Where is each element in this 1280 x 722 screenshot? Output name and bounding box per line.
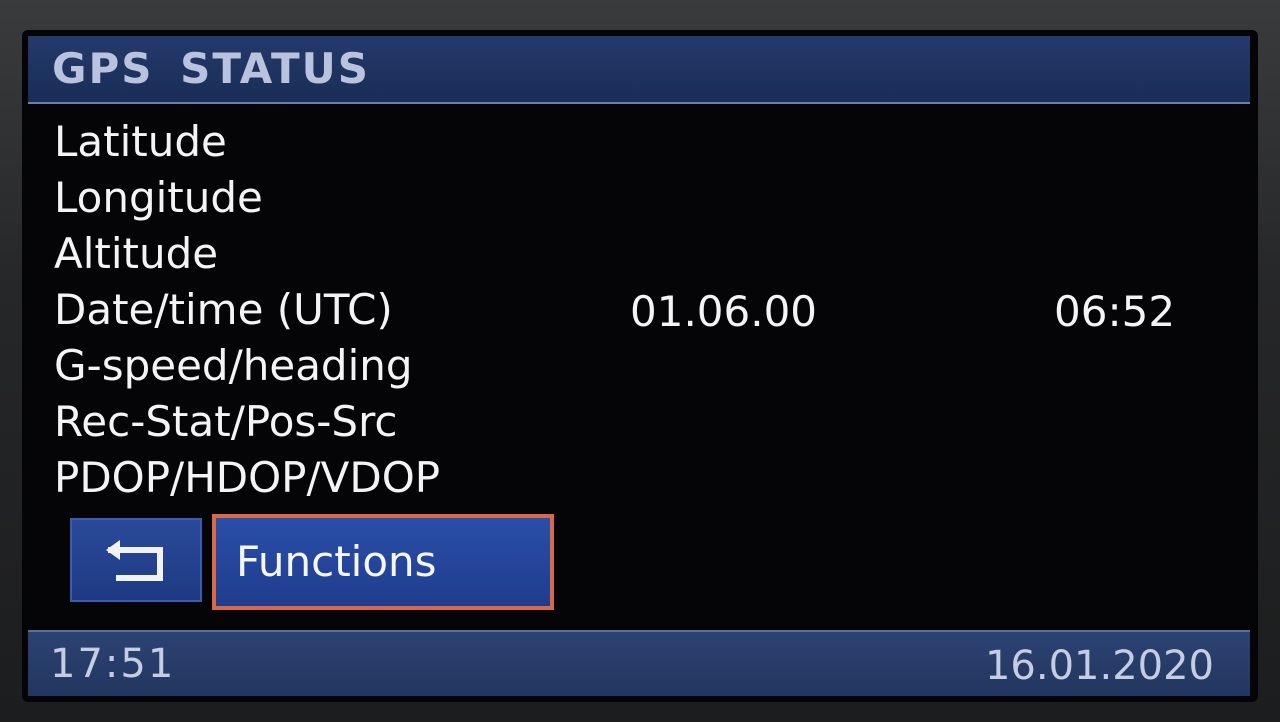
row-rec-stat-pos-src: Rec-Stat/Pos-Src bbox=[54, 394, 1234, 450]
row-datetime-utc: Date/time (UTC) 01.06.00 06:52 bbox=[54, 282, 1234, 338]
functions-button-label: Functions bbox=[236, 537, 437, 586]
clock-time: 17:51 bbox=[50, 641, 176, 687]
row-label: Date/time (UTC) bbox=[54, 285, 393, 334]
return-arrow-icon bbox=[106, 540, 163, 581]
row-label: Altitude bbox=[54, 229, 219, 278]
status-bar: 17:51 16.01.2020 bbox=[28, 630, 1250, 696]
device-bezel: GPS STATUS Latitude Longitude Altitude D… bbox=[0, 0, 1280, 722]
row-altitude: Altitude bbox=[54, 226, 1234, 282]
functions-button[interactable]: Functions bbox=[212, 514, 554, 610]
utc-date-value: 01.06.00 bbox=[630, 287, 818, 336]
gps-status-list: Latitude Longitude Altitude Date/time (U… bbox=[54, 114, 1234, 506]
display-screen: GPS STATUS Latitude Longitude Altitude D… bbox=[22, 30, 1258, 702]
row-latitude: Latitude bbox=[54, 114, 1234, 170]
row-label: G-speed/heading bbox=[54, 341, 413, 390]
row-label: PDOP/HDOP/VDOP bbox=[54, 453, 441, 502]
row-label: Latitude bbox=[54, 117, 227, 166]
row-dop: PDOP/HDOP/VDOP bbox=[54, 450, 1234, 506]
row-longitude: Longitude bbox=[54, 170, 1234, 226]
row-label: Longitude bbox=[54, 173, 263, 222]
utc-time-value: 06:52 bbox=[1054, 287, 1176, 336]
back-button[interactable] bbox=[70, 518, 202, 602]
row-speed-heading: G-speed/heading bbox=[54, 338, 1234, 394]
page-title: GPS STATUS bbox=[52, 44, 371, 93]
clock-date: 16.01.2020 bbox=[984, 643, 1214, 689]
title-bar: GPS STATUS bbox=[28, 36, 1250, 104]
row-label: Rec-Stat/Pos-Src bbox=[54, 397, 398, 446]
